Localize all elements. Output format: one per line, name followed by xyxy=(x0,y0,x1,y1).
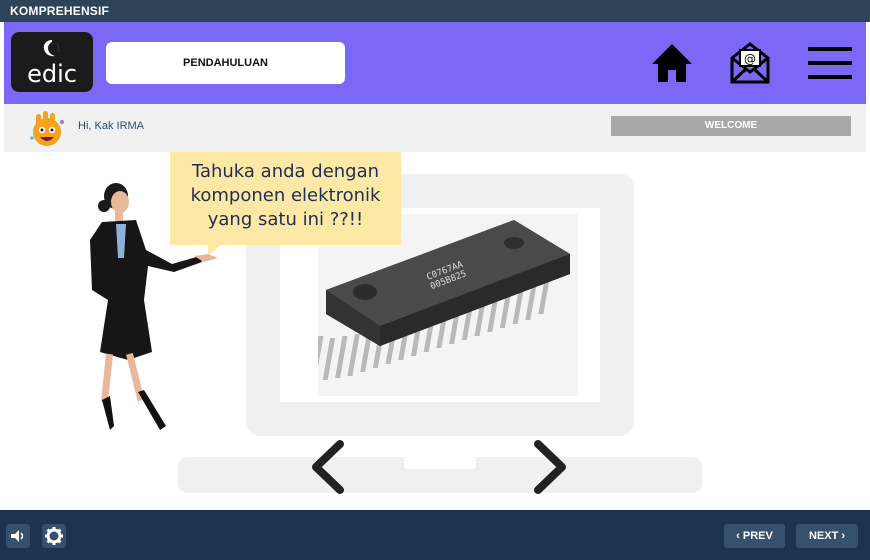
footer-bar: ‹ PREV NEXT › xyxy=(0,510,870,560)
settings-button[interactable] xyxy=(42,524,66,548)
sound-button[interactable] xyxy=(6,524,30,548)
menu-icon[interactable] xyxy=(806,40,854,86)
mail-icon[interactable]: @ xyxy=(728,40,772,86)
app-title: KOMPREHENSIF xyxy=(10,4,110,18)
gear-icon xyxy=(45,527,63,545)
chevron-right-icon[interactable] xyxy=(530,438,572,496)
app-title-bar: KOMPREHENSIF xyxy=(0,0,870,22)
svg-text:@: @ xyxy=(744,52,756,66)
greeting-bar: Hi, Kak IRMA WELCOME xyxy=(4,104,866,152)
presenter-figure xyxy=(90,183,218,430)
greeting-text: Hi, Kak IRMA xyxy=(78,120,145,132)
chevron-left-icon[interactable] xyxy=(306,438,348,496)
header-bar: edic PENDAHULUAN @ xyxy=(4,22,866,104)
welcome-banner: WELCOME xyxy=(611,116,851,136)
mascot-avatar xyxy=(30,111,64,146)
speaker-icon xyxy=(11,530,24,542)
content-stage: C0767AA 005B825 Tahuka anda dengan kompo… xyxy=(4,152,866,509)
logo-swirl-icon xyxy=(43,40,60,57)
section-title: PENDAHULUAN xyxy=(106,42,345,84)
home-icon[interactable] xyxy=(650,40,694,86)
next-button[interactable]: NEXT › xyxy=(796,524,858,548)
logo[interactable]: edic xyxy=(11,32,93,92)
prev-button[interactable]: ‹ PREV xyxy=(724,524,785,548)
logo-text: edic xyxy=(27,60,77,88)
